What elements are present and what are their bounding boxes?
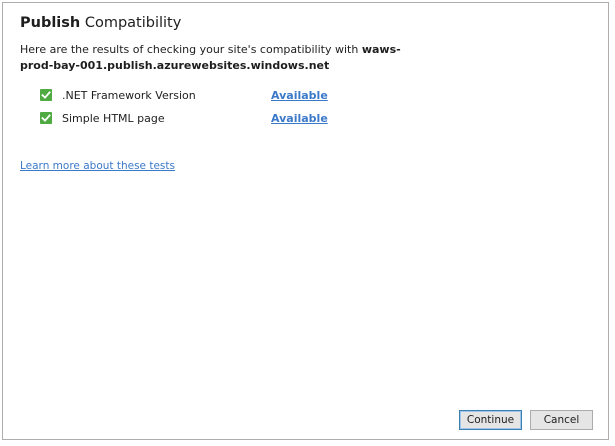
title-rest: Compatibility [80, 15, 182, 31]
result-label: .NET Framework Version [62, 89, 196, 102]
checkmark-icon [40, 112, 52, 124]
publish-compatibility-dialog: Publish Compatibility Here are the resul… [2, 2, 609, 440]
intro-text: Here are the results of checking your si… [20, 42, 430, 74]
result-status-link[interactable]: Available [271, 112, 328, 126]
intro-prefix: Here are the results of checking your si… [20, 43, 362, 56]
result-status-link[interactable]: Available [271, 89, 328, 103]
result-label: Simple HTML page [62, 112, 165, 125]
result-row-simple-html: Simple HTML page Available [40, 112, 340, 126]
result-row-dotnet: .NET Framework Version Available [40, 89, 340, 103]
learn-more-link[interactable]: Learn more about these tests [20, 159, 175, 173]
cancel-button[interactable]: Cancel [530, 410, 593, 430]
title-bold: Publish [20, 15, 81, 31]
continue-button[interactable]: Continue [459, 410, 522, 430]
dialog-title: Publish Compatibility [20, 14, 181, 32]
checkmark-icon [40, 89, 52, 101]
